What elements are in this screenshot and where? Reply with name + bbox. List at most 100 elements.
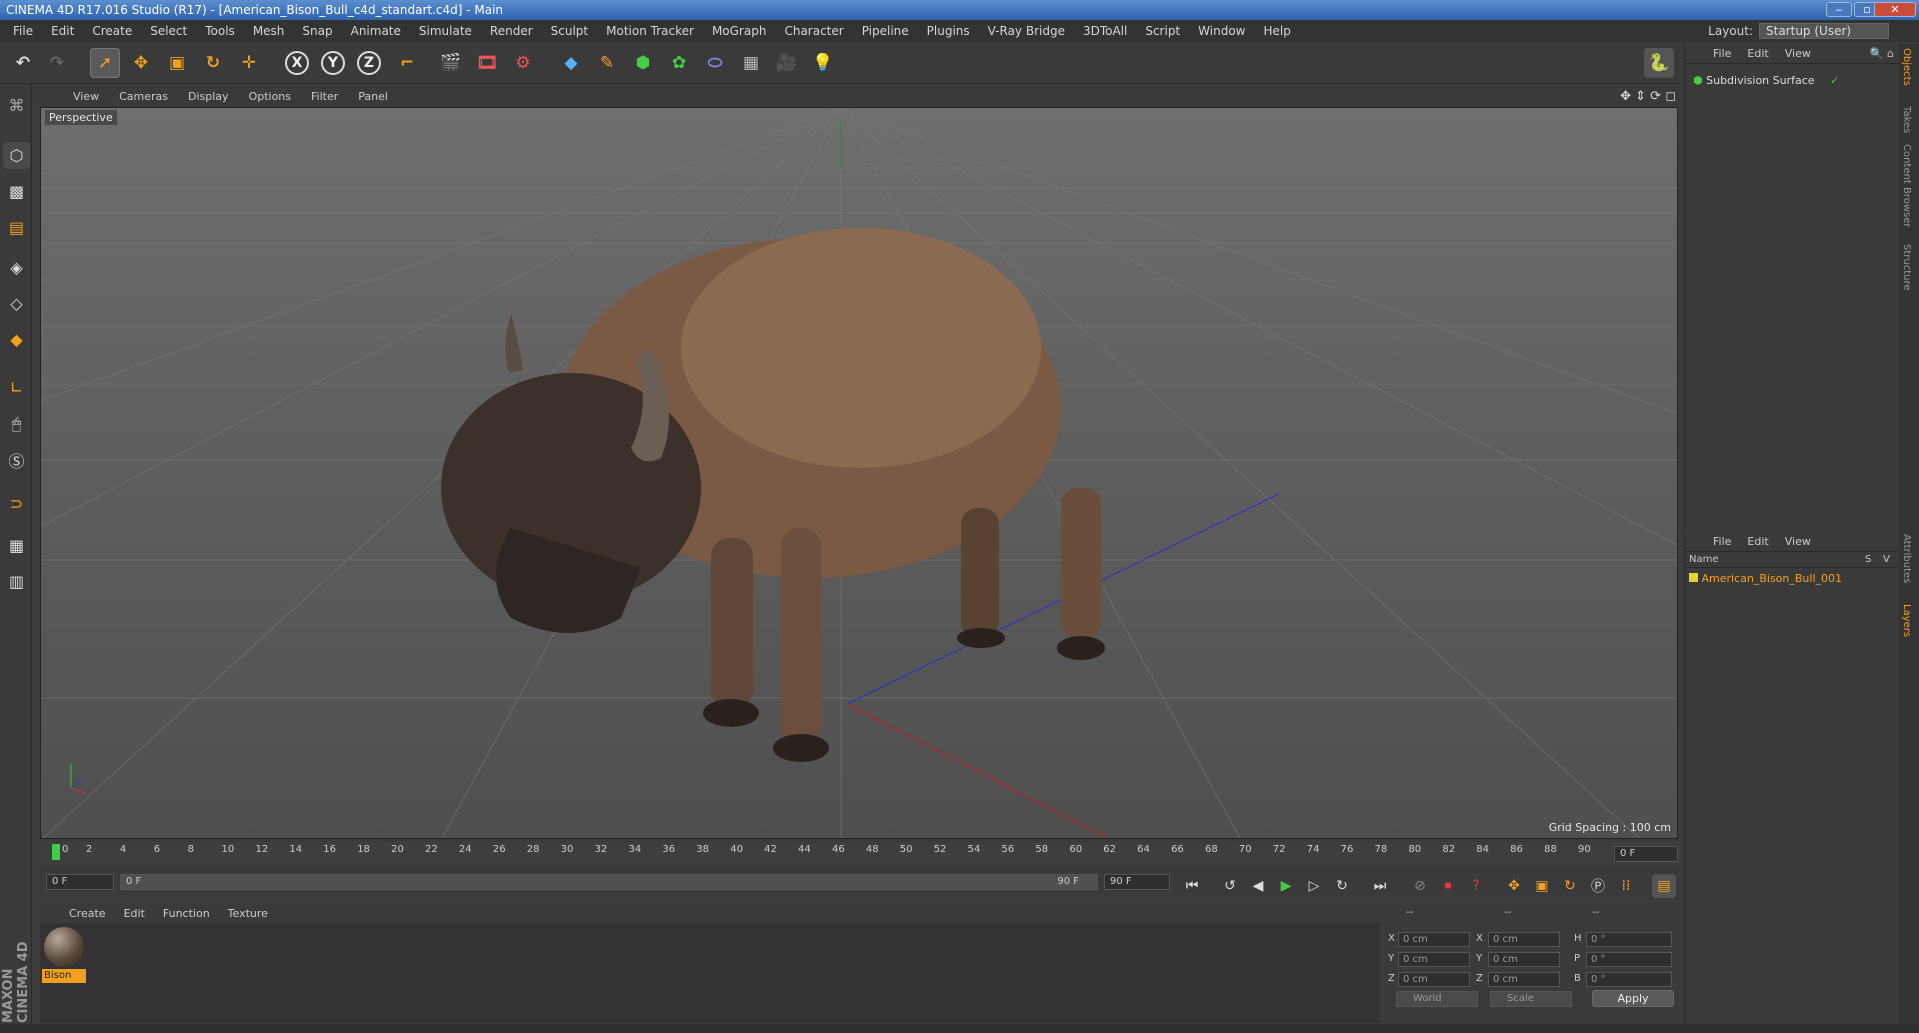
- menu-tools[interactable]: Tools: [196, 20, 244, 42]
- object-row[interactable]: ⬢ Subdivision Surface ✓: [1693, 74, 1839, 87]
- camera-icon[interactable]: 🎥: [772, 48, 802, 78]
- menu-character[interactable]: Character: [775, 20, 852, 42]
- menu-sculpt[interactable]: Sculpt: [542, 20, 597, 42]
- layer-menu-view[interactable]: View: [1777, 535, 1819, 548]
- menu-snap[interactable]: Snap: [293, 20, 341, 42]
- next-frame-icon[interactable]: ▷: [1302, 874, 1326, 898]
- previous-frame-icon[interactable]: ◀: [1246, 874, 1270, 898]
- rotation-h-field[interactable]: 0 °: [1586, 932, 1672, 947]
- current-frame-field[interactable]: 0 F: [1614, 846, 1678, 862]
- start-frame-field[interactable]: 0 F: [46, 874, 114, 890]
- next-key-icon[interactable]: ↻: [1330, 874, 1354, 898]
- object-menu-file[interactable]: File: [1705, 47, 1739, 60]
- layer-name[interactable]: American_Bison_Bull_001: [1702, 572, 1843, 585]
- undo-icon[interactable]: ↶: [8, 48, 38, 78]
- key-scale-icon[interactable]: ▣: [1530, 874, 1554, 898]
- bison-model[interactable]: [441, 228, 1105, 762]
- menu-mograph[interactable]: MoGraph: [703, 20, 776, 42]
- workplane-mode-icon[interactable]: ▤: [3, 214, 30, 241]
- menu-window[interactable]: Window: [1189, 20, 1254, 42]
- points-mode-icon[interactable]: ◈: [3, 254, 30, 281]
- material-menu-texture[interactable]: Texture: [219, 907, 277, 920]
- texture-mode-icon[interactable]: ▩: [3, 178, 30, 205]
- material-name-bison[interactable]: Bison: [42, 969, 86, 983]
- close-button[interactable]: ✕: [1874, 2, 1916, 17]
- tab-takes[interactable]: Takes: [1901, 106, 1912, 133]
- cube-primitive-icon[interactable]: ◆: [556, 48, 586, 78]
- menu-simulate[interactable]: Simulate: [410, 20, 481, 42]
- timeline-window-icon[interactable]: ▤: [1652, 874, 1676, 898]
- menu-mesh[interactable]: Mesh: [244, 20, 294, 42]
- playhead-marker[interactable]: [52, 844, 60, 860]
- menu-plugins[interactable]: Plugins: [918, 20, 979, 42]
- viewport-menu-display[interactable]: Display: [178, 90, 239, 103]
- layer-row[interactable]: American_Bison_Bull_001: [1689, 572, 1842, 585]
- rotate-tool-icon[interactable]: ↻: [198, 48, 228, 78]
- menu-create[interactable]: Create: [83, 20, 141, 42]
- tab-structure[interactable]: Structure: [1901, 244, 1912, 291]
- position-z-field[interactable]: 0 cm: [1398, 972, 1470, 987]
- axis-z-button[interactable]: Z: [354, 48, 384, 78]
- polygons-mode-icon[interactable]: ◆: [3, 326, 30, 353]
- menu-help[interactable]: Help: [1254, 20, 1299, 42]
- subdivision-surface-icon[interactable]: ⬢: [628, 48, 658, 78]
- object-enabled-check-icon[interactable]: ✓: [1830, 74, 1839, 87]
- render-view-icon[interactable]: 🎬: [436, 48, 466, 78]
- menu-render[interactable]: Render: [481, 20, 542, 42]
- redo-icon[interactable]: ↷: [42, 48, 72, 78]
- viewport-menu-filter[interactable]: Filter: [301, 90, 348, 103]
- tab-attributes[interactable]: Attributes: [1901, 534, 1912, 583]
- viewport-menu-options[interactable]: Options: [239, 90, 301, 103]
- layer-menu-edit[interactable]: Edit: [1739, 535, 1776, 548]
- workplane-lock-icon[interactable]: ▦: [3, 532, 30, 559]
- viewport-menu-view[interactable]: View: [63, 90, 109, 103]
- menu-pipeline[interactable]: Pipeline: [853, 20, 918, 42]
- size-mode-dropdown[interactable]: Scale: [1490, 991, 1572, 1007]
- render-settings-icon[interactable]: ⚙: [508, 48, 538, 78]
- position-x-field[interactable]: 0 cm: [1398, 932, 1470, 947]
- size-y-field[interactable]: 0 cm: [1488, 952, 1560, 967]
- preview-range-slider[interactable]: 0 F 90 F: [120, 874, 1098, 890]
- snap-magnet-icon[interactable]: ⊃: [3, 490, 30, 517]
- deformer-icon[interactable]: ⬭: [700, 48, 730, 78]
- scale-tool-icon[interactable]: ▣: [162, 48, 192, 78]
- light-icon[interactable]: 💡: [808, 48, 838, 78]
- mograph-cloner-icon[interactable]: ✿: [664, 48, 694, 78]
- render-picture-viewer-icon[interactable]: 🎞: [472, 48, 502, 78]
- end-frame-field[interactable]: 90 F: [1104, 874, 1170, 890]
- live-selection-icon[interactable]: ✛: [234, 48, 264, 78]
- material-menu-create[interactable]: Create: [60, 907, 115, 920]
- menu-script[interactable]: Script: [1136, 20, 1189, 42]
- object-menu-edit[interactable]: Edit: [1739, 47, 1776, 60]
- move-tool-icon[interactable]: ✥: [126, 48, 156, 78]
- axis-mode-icon[interactable]: ∟: [3, 374, 30, 401]
- key-parameter-icon[interactable]: Ⓟ: [1586, 874, 1610, 898]
- object-menu-view[interactable]: View: [1777, 47, 1819, 60]
- viewport-menu-cameras[interactable]: Cameras: [109, 90, 178, 103]
- rotation-b-field[interactable]: 0 °: [1586, 972, 1672, 987]
- material-menu-edit[interactable]: Edit: [115, 907, 154, 920]
- axis-x-button[interactable]: X: [282, 48, 312, 78]
- apply-button[interactable]: Apply: [1592, 990, 1674, 1007]
- size-x-field[interactable]: 0 cm: [1488, 932, 1560, 947]
- play-icon[interactable]: ▶: [1274, 874, 1298, 898]
- coordinate-mode-dropdown[interactable]: World: [1396, 991, 1478, 1007]
- axis-y-button[interactable]: Y: [318, 48, 348, 78]
- layer-color-swatch[interactable]: [1689, 573, 1698, 582]
- material-menu-function[interactable]: Function: [154, 907, 219, 920]
- tab-layers[interactable]: Layers: [1901, 604, 1912, 637]
- make-editable-icon[interactable]: ⌘: [3, 92, 30, 119]
- object-name[interactable]: Subdivision Surface: [1706, 74, 1814, 87]
- tab-objects[interactable]: Objects: [1901, 48, 1912, 86]
- coordinate-system-icon[interactable]: ⌐: [392, 48, 422, 78]
- key-position-icon[interactable]: ✥: [1502, 874, 1526, 898]
- spline-pen-icon[interactable]: ✎: [592, 48, 622, 78]
- go-to-start-icon[interactable]: ⏮: [1180, 874, 1204, 898]
- material-preview-bison[interactable]: [44, 927, 84, 967]
- menu-motion-tracker[interactable]: Motion Tracker: [597, 20, 703, 42]
- edges-mode-icon[interactable]: ◇: [3, 290, 30, 317]
- menu-select[interactable]: Select: [141, 20, 196, 42]
- select-tool-icon[interactable]: ➚: [90, 48, 120, 78]
- python-icon[interactable]: 🐍: [1644, 48, 1674, 78]
- menu-animate[interactable]: Animate: [342, 20, 410, 42]
